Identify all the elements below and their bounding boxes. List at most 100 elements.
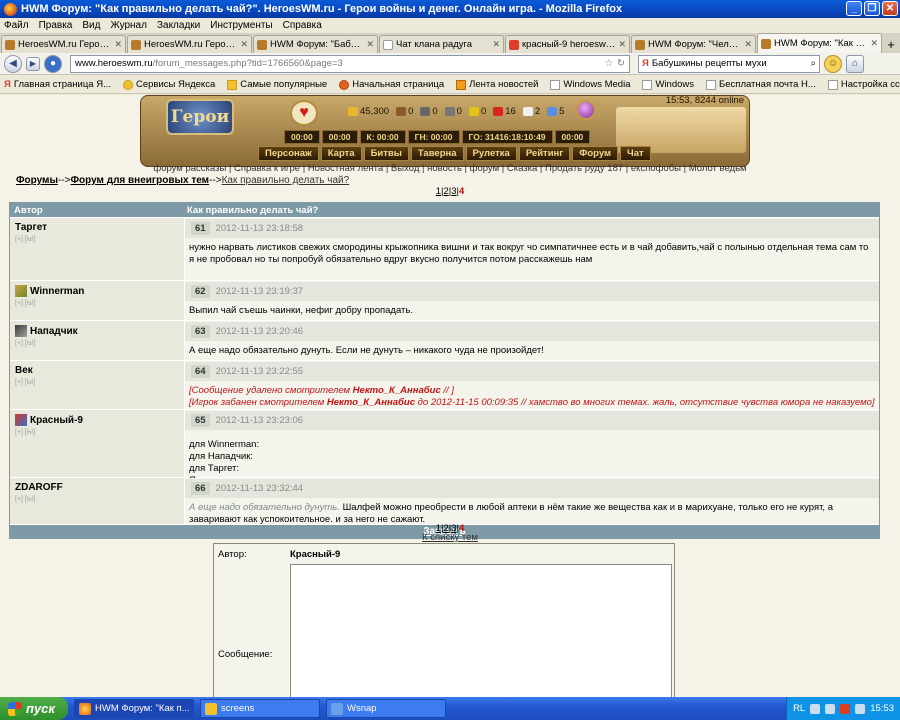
url-bar[interactable]: www.heroeswm.ru /forum_messages.php?tid=…	[70, 54, 630, 73]
breadcrumb-section[interactable]: Форум для внеигровых тем	[71, 175, 210, 186]
bookmark-item[interactable]: Начальная страница	[339, 79, 444, 90]
author-actions[interactable]: [+] [Ы]	[15, 496, 179, 503]
search-box[interactable]: Я Бабушкины рецепты мухи ⌕	[638, 54, 820, 73]
post-row: ZDAROFF [+] [Ы] 66 2012-11-13 23:32:44 А …	[10, 477, 879, 525]
menu-edit[interactable]: Правка	[39, 20, 73, 31]
tab-label: Чат клана радуга	[396, 39, 473, 50]
author-name[interactable]: Таргет	[15, 222, 47, 233]
breadcrumb-forums[interactable]: Форумы	[16, 175, 58, 186]
menu-help[interactable]: Справка	[283, 20, 322, 31]
reload-icon[interactable]: ↻	[617, 58, 625, 69]
post-number[interactable]: 66	[191, 482, 210, 495]
author-name[interactable]: ZDAROFF	[15, 482, 63, 493]
nav-forum[interactable]: Форум	[572, 146, 619, 161]
tray-icon[interactable]	[840, 703, 851, 714]
post-number[interactable]: 62	[191, 285, 210, 298]
author-name[interactable]: Век	[15, 365, 33, 376]
bookmark-item[interactable]: Windows	[642, 79, 694, 90]
back-arrow-icon[interactable]: ◀	[4, 54, 22, 73]
close-tab-icon[interactable]: ✕	[870, 38, 878, 49]
bookmark-item[interactable]: Сервисы Яндекса	[123, 79, 215, 90]
browser-tab[interactable]: красный-9 heroeswm.ru-...✕	[505, 35, 630, 53]
search-input[interactable]: Бабушкины рецепты мухи	[649, 58, 811, 69]
browser-tab[interactable]: Чат клана радуга ✕	[379, 35, 504, 53]
volume-icon[interactable]	[855, 703, 866, 714]
post-number[interactable]: 64	[191, 365, 210, 378]
bookmark-item[interactable]: Лента новостей	[456, 79, 538, 90]
browser-tab[interactable]: HeroesWM.ru Герои войн...✕	[1, 35, 126, 53]
back-to-topics-link[interactable]: К списку тем	[0, 532, 900, 543]
gems-icon	[522, 106, 533, 116]
minimize-button[interactable]: _	[846, 1, 862, 16]
close-tab-icon[interactable]: ✕	[744, 39, 752, 50]
author-actions[interactable]: [+] [Ы]	[15, 429, 179, 436]
author-actions[interactable]: [+] [Ы]	[15, 340, 179, 347]
close-tab-icon[interactable]: ✕	[492, 39, 500, 50]
post-author: ZDAROFF [+] [Ы]	[10, 478, 185, 524]
author-name[interactable]: Winnerman	[30, 286, 84, 297]
bookmark-item[interactable]: Я Главная страница Я...	[4, 79, 111, 90]
bookmark-item[interactable]: Бесплатная почта H...	[706, 79, 816, 90]
browser-tab[interactable]: HWM Форум: "Бабушкин...✕	[253, 35, 378, 53]
post-text: нужно нарвать листиков свежих смородины …	[189, 242, 869, 265]
home-globe-icon[interactable]: ●	[44, 54, 62, 73]
tray-icon[interactable]	[810, 703, 821, 714]
nav-tavern[interactable]: Таверна	[410, 146, 464, 161]
author-actions[interactable]: [+] [Ы]	[15, 300, 179, 307]
bookmark-item[interactable]: Windows Media	[550, 79, 630, 90]
menu-file[interactable]: Файл	[4, 20, 29, 31]
new-tab-button[interactable]: +	[883, 35, 899, 53]
moderator-name[interactable]: Некто_К_Аннабис	[327, 397, 415, 408]
author-name[interactable]: Нападчик	[30, 326, 78, 337]
post-number[interactable]: 61	[191, 222, 210, 235]
url-path: /forum_messages.php?tid=1766560&page=3	[152, 58, 343, 69]
addon-face-icon[interactable]: ☺	[824, 54, 842, 73]
yandex-search-icon: Я	[642, 58, 649, 69]
home-icon[interactable]: ⌂	[846, 54, 864, 73]
post-number[interactable]: 63	[191, 325, 210, 338]
taskbar-item-wsnap[interactable]: Wsnap	[326, 699, 446, 718]
nav-chat[interactable]: Чат	[620, 146, 651, 161]
nav-map[interactable]: Карта	[320, 146, 362, 161]
close-tab-icon[interactable]: ✕	[366, 39, 374, 50]
author-name[interactable]: Красный-9	[30, 415, 83, 426]
diamond-icon	[547, 106, 558, 116]
bookmark-item[interactable]: Самые популярные	[227, 79, 327, 90]
game-logo[interactable]: Герои	[166, 99, 234, 135]
close-tab-icon[interactable]: ✕	[240, 39, 248, 50]
menu-tools[interactable]: Инструменты	[210, 20, 272, 31]
breadcrumb-separator: -->	[209, 175, 222, 186]
sub-links[interactable]: форум рассказы | Справка к игре | Новост…	[0, 163, 900, 174]
menu-bookmarks[interactable]: Закладки	[157, 20, 200, 31]
forward-arrow-icon[interactable]: ▶	[26, 56, 40, 71]
post-date: 2012-11-13 23:18:58	[215, 223, 304, 234]
author-actions[interactable]: [+] [Ы]	[15, 379, 179, 386]
close-tab-icon[interactable]: ✕	[114, 39, 122, 50]
search-icon[interactable]: ⌕	[811, 58, 816, 69]
close-window-button[interactable]: ✕	[882, 1, 898, 16]
site-favicon	[257, 39, 267, 50]
nav-battles[interactable]: Битвы	[363, 146, 409, 161]
close-tab-icon[interactable]: ✕	[618, 39, 626, 50]
start-button[interactable]: пуск	[0, 697, 68, 720]
nav-roulette[interactable]: Рулетка	[465, 146, 517, 161]
tray-icon[interactable]	[825, 703, 836, 714]
nav-character[interactable]: Персонаж	[258, 146, 319, 161]
bookmark-item[interactable]: Настройка ссылок	[827, 79, 900, 90]
author-actions[interactable]: [+] [Ы]	[15, 236, 179, 243]
nav-rating[interactable]: Рейтинг	[518, 146, 571, 161]
maximize-button[interactable]: ❐	[864, 1, 880, 16]
menu-history[interactable]: Журнал	[110, 20, 147, 31]
bookmark-star-icon[interactable]: ☆	[605, 58, 614, 69]
message-textarea[interactable]	[290, 564, 672, 697]
menu-view[interactable]: Вид	[82, 20, 100, 31]
breadcrumb-topic[interactable]: Как правильно делать чай?	[222, 175, 350, 186]
browser-tab[interactable]: HeroesWM.ru Герои войн...✕	[127, 35, 252, 53]
post-number[interactable]: 65	[191, 414, 210, 427]
taskbar-item-folder[interactable]: screens	[200, 699, 320, 718]
browser-tab-active[interactable]: HWM Форум: "Как прави...✕	[757, 33, 882, 53]
moderator-name[interactable]: Некто_К_Аннабис	[353, 385, 441, 396]
taskbar-item-firefox[interactable]: HWM Форум: "Как п...	[74, 699, 194, 718]
browser-tab[interactable]: HWM Форум: "Человек и...✕	[631, 35, 756, 53]
language-indicator[interactable]: RL	[793, 703, 805, 714]
